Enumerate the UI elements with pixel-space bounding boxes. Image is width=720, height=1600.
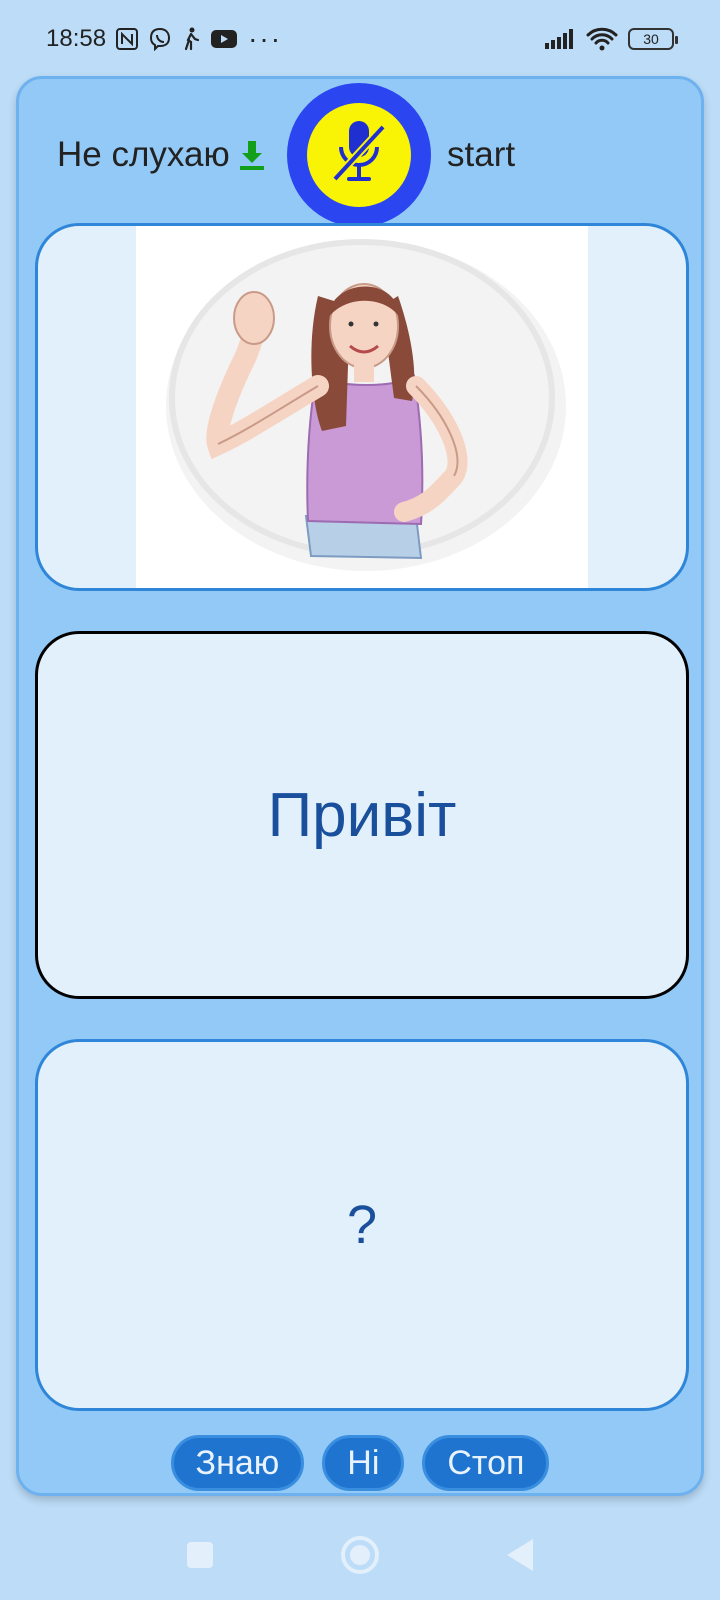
word-card[interactable]: Привіт [35, 631, 689, 999]
wifi-icon [586, 27, 618, 51]
mic-toggle-button[interactable] [287, 83, 431, 227]
action-buttons: Знаю Ні Стоп [19, 1435, 701, 1493]
mic-button-inner [307, 103, 411, 207]
answer-card[interactable]: ? [35, 1039, 689, 1411]
listen-status: Не слухаю [57, 135, 266, 175]
recent-apps-icon[interactable] [187, 1542, 213, 1568]
waving-woman-illustration [136, 226, 588, 588]
status-time: 18:58 [46, 25, 107, 52]
no-button[interactable]: Ні [322, 1435, 405, 1491]
signal-icon [544, 28, 576, 50]
viber-icon [148, 27, 172, 51]
youtube-icon [210, 28, 238, 50]
battery-level: 30 [643, 31, 659, 47]
start-label[interactable]: start [447, 135, 515, 175]
image-card [35, 223, 689, 591]
header-row: Не слухаю start [19, 79, 701, 229]
mic-off-icon [327, 117, 391, 194]
walking-icon [182, 27, 200, 51]
back-icon[interactable] [507, 1539, 533, 1571]
word-text: Привіт [267, 780, 457, 850]
more-dots-icon: ··· [248, 23, 283, 54]
status-bar: 18:58 ··· 30 [0, 0, 720, 78]
listen-status-text: Не слухаю [57, 135, 230, 174]
navigation-bar [0, 1510, 720, 1600]
download-arrow-icon[interactable] [238, 139, 266, 171]
nfc-icon [116, 28, 139, 50]
answer-text: ? [346, 1195, 378, 1255]
battery-icon: 30 [628, 28, 678, 50]
know-button[interactable]: Знаю [170, 1435, 305, 1491]
stop-button[interactable]: Стоп [422, 1435, 550, 1491]
home-icon[interactable] [341, 1536, 379, 1574]
status-right: 30 [544, 27, 678, 51]
status-left: 18:58 ··· [46, 23, 282, 55]
app-panel: Не слухаю start Привіт ? Знаю Ні Стоп [16, 76, 704, 1496]
